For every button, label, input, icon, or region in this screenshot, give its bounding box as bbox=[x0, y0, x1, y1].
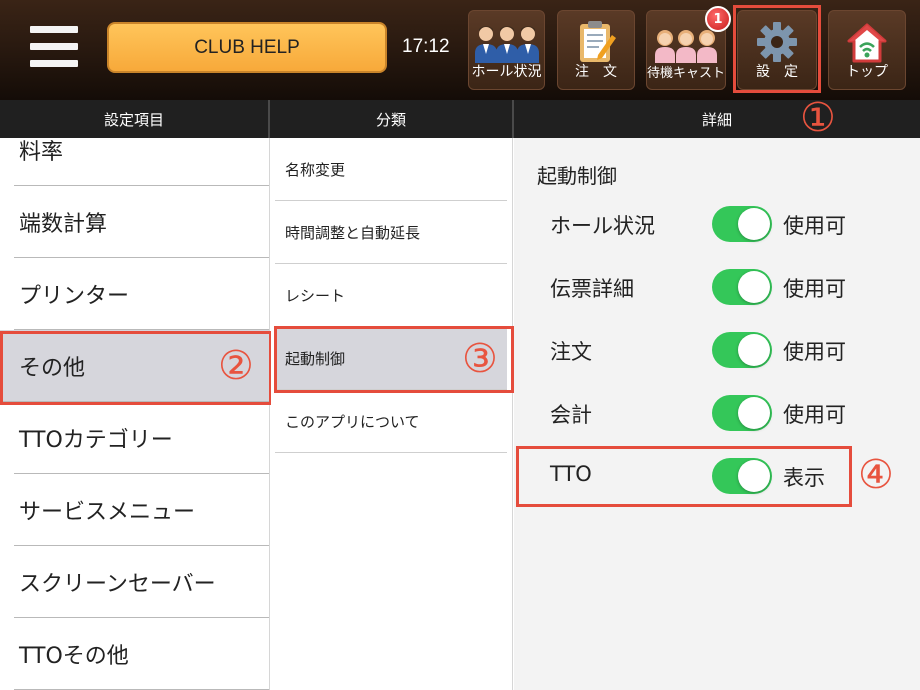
annotation-3: ③ bbox=[462, 336, 498, 382]
list-item-service-menu[interactable]: サービスメニュー bbox=[14, 474, 269, 546]
nav-order-label: 注 文 bbox=[575, 64, 617, 80]
list-item-screensaver[interactable]: スクリーンセーバー bbox=[14, 546, 269, 618]
toggle-hall-status[interactable] bbox=[712, 206, 772, 242]
nav-waiting-cast-label: 待機キャスト bbox=[647, 66, 726, 81]
detail-row-state: 使用可 bbox=[783, 340, 846, 364]
toggle-checkout[interactable] bbox=[712, 395, 772, 431]
toggle-order[interactable] bbox=[712, 332, 772, 368]
nav-hall-status-label: ホール状況 bbox=[471, 64, 542, 80]
nav-order-button[interactable]: 注 文 bbox=[557, 10, 635, 90]
nav-top-button[interactable]: トップ bbox=[828, 10, 906, 90]
list-item-tto-other[interactable]: TTOその他 bbox=[14, 618, 269, 690]
column-header-settings-items: 設定項目 bbox=[0, 100, 268, 138]
column-header-detail: 詳細 bbox=[514, 100, 920, 138]
annotation-4: ④ bbox=[858, 452, 894, 498]
list-item-printer[interactable]: プリンター bbox=[14, 258, 269, 330]
nav-hall-status-button[interactable]: ホール状況 bbox=[468, 10, 545, 90]
list-item-rate[interactable]: 料率 bbox=[14, 138, 269, 186]
notification-badge: 1 bbox=[705, 6, 731, 32]
category-item-rename[interactable]: 名称変更 bbox=[275, 138, 507, 201]
detail-row-label: ホール状況 bbox=[550, 214, 655, 238]
column-header-category: 分類 bbox=[270, 100, 512, 138]
toggle-slip-detail[interactable] bbox=[712, 269, 772, 305]
settings-list: 料率 端数計算 プリンター その他 TTOカテゴリー サービスメニュー スクリー… bbox=[0, 138, 270, 690]
detail-row-state: 使用可 bbox=[783, 277, 846, 301]
detail-row-label: 会計 bbox=[550, 403, 592, 427]
category-item-about[interactable]: このアプリについて bbox=[275, 390, 507, 453]
clipboard-icon bbox=[558, 17, 634, 63]
detail-row-label: 伝票詳細 bbox=[550, 277, 634, 301]
menu-icon[interactable] bbox=[30, 26, 78, 68]
detail-section-title: 起動制御 bbox=[537, 164, 617, 188]
nav-top-label: トップ bbox=[846, 64, 888, 80]
club-help-button[interactable]: CLUB HELP bbox=[107, 22, 387, 73]
staff-icon bbox=[469, 17, 544, 63]
category-item-receipt[interactable]: レシート bbox=[275, 264, 507, 327]
detail-row-label: 注文 bbox=[550, 340, 592, 364]
clock-label: 17:12 bbox=[402, 36, 450, 57]
top-bar: CLUB HELP 17:12 ホール状況 注 文 待機キャスト 1 設 定 ト… bbox=[0, 0, 920, 100]
highlight-settings bbox=[733, 5, 821, 93]
category-item-time-adjust[interactable]: 時間調整と自動延長 bbox=[275, 201, 507, 264]
annotation-1: ① bbox=[800, 95, 836, 141]
list-item-tto-category[interactable]: TTOカテゴリー bbox=[14, 402, 269, 474]
list-item-rounding[interactable]: 端数計算 bbox=[14, 186, 269, 258]
annotation-2: ② bbox=[218, 343, 254, 389]
category-list: 名称変更 時間調整と自動延長 レシート 起動制御 このアプリについて bbox=[271, 138, 513, 690]
detail-row-state: 使用可 bbox=[783, 403, 846, 427]
home-icon bbox=[829, 17, 905, 63]
detail-row-state: 使用可 bbox=[783, 214, 846, 238]
highlight-tto-row bbox=[516, 446, 852, 507]
